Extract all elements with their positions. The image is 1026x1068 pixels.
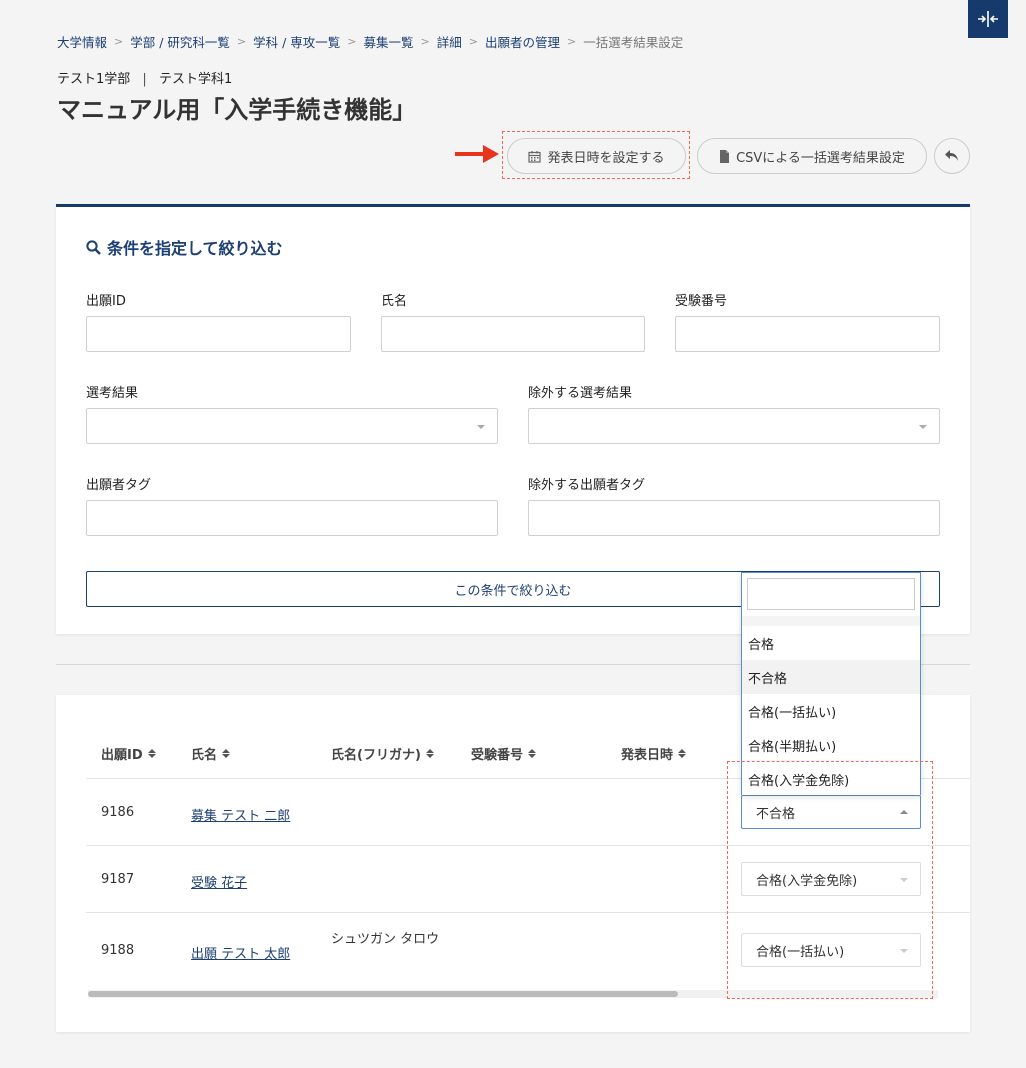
- annotation-highlight-box: [727, 761, 933, 999]
- breadcrumb-item-departments[interactable]: 学科 / 専攻一覧: [253, 32, 340, 51]
- column-header-release-date[interactable]: 発表日時: [621, 744, 687, 763]
- applicant-name-link[interactable]: 出願 テスト 太郎: [191, 943, 290, 962]
- breadcrumb-item-university[interactable]: 大学情報: [57, 32, 107, 51]
- exclude-tag-label: 除外する出願者タグ: [528, 478, 646, 493]
- breadcrumb: 大学情報 > 学部 / 研究科一覧 > 学科 / 専攻一覧 > 募集一覧 > 詳…: [57, 32, 683, 51]
- exam-number-input[interactable]: [675, 316, 940, 352]
- exclude-result-label: 除外する選考結果: [528, 386, 633, 401]
- chevron-down-icon: [919, 425, 927, 429]
- sort-icon: [678, 749, 687, 758]
- applicant-tag-label: 出願者タグ: [86, 478, 152, 493]
- page-title: マニュアル用「入学手続き機能」: [57, 96, 417, 124]
- csv-bulk-result-label: CSVによる一括選考結果設定: [736, 150, 905, 166]
- column-header-name-label: 氏名: [191, 748, 218, 763]
- breadcrumb-item-faculties[interactable]: 学部 / 研究科一覧: [130, 32, 230, 51]
- breadcrumb-separator: >: [567, 35, 577, 48]
- back-button[interactable]: [934, 138, 970, 174]
- sort-icon: [147, 749, 156, 758]
- dropdown-option[interactable]: 合格(一括払い): [742, 694, 920, 728]
- filter-card: 条件を指定して絞り込む 出願ID 氏名 受験番号 選考結果 除外する選考結果 出…: [56, 204, 970, 634]
- name-label: 氏名: [381, 294, 408, 309]
- breadcrumb-item-current: 一括選考結果設定: [583, 35, 684, 50]
- column-header-kana-label: 氏名(フリガナ): [331, 748, 421, 763]
- column-header-id[interactable]: 出願ID: [101, 744, 156, 763]
- application-id-input[interactable]: [86, 316, 351, 352]
- sort-icon: [425, 749, 434, 758]
- exclude-result-select[interactable]: [528, 408, 940, 444]
- department-name: テスト学科1: [158, 72, 233, 87]
- breadcrumb-separator: >: [468, 35, 478, 48]
- application-id-label: 出願ID: [86, 294, 126, 309]
- faculty-name: テスト1学部: [57, 72, 131, 87]
- dropdown-option[interactable]: 不合格: [742, 660, 920, 694]
- breadcrumb-separator: >: [420, 35, 430, 48]
- cell-id: 9188: [101, 943, 135, 958]
- exam-number-label: 受験番号: [675, 294, 728, 309]
- collapse-horizontal-icon: [978, 11, 998, 27]
- breadcrumb-separator: >: [347, 35, 357, 48]
- faculty-department-line: テスト1学部 | テスト学科1: [57, 68, 232, 87]
- breadcrumb-item-detail[interactable]: 詳細: [437, 32, 462, 51]
- dropdown-option[interactable]: 合格: [742, 626, 920, 660]
- cell-id: 9187: [101, 872, 135, 887]
- annotation-arrow-icon: [455, 145, 499, 163]
- dropdown-option[interactable]: 合格(半期払い): [742, 728, 920, 762]
- sort-icon: [528, 749, 537, 758]
- column-header-exam-number-label: 受験番号: [471, 748, 524, 763]
- column-header-id-label: 出願ID: [101, 748, 143, 763]
- breadcrumb-item-recruitments[interactable]: 募集一覧: [364, 32, 414, 51]
- annotation-highlight-box: [502, 131, 690, 179]
- collapse-layout-button[interactable]: [968, 0, 1008, 38]
- dropdown-spacer: [742, 616, 920, 626]
- cell-id: 9186: [101, 805, 135, 820]
- exclude-tag-input[interactable]: [528, 500, 940, 536]
- horizontal-scrollbar-thumb[interactable]: [88, 991, 678, 997]
- applicant-name-link[interactable]: 募集 テスト 二郎: [191, 805, 290, 824]
- chevron-down-icon: [477, 425, 485, 429]
- filter-title-label: 条件を指定して絞り込む: [107, 239, 283, 258]
- column-header-kana[interactable]: 氏名(フリガナ): [331, 744, 434, 763]
- reply-arrow-icon: [945, 150, 958, 161]
- column-header-name[interactable]: 氏名: [191, 744, 231, 763]
- breadcrumb-separator: >: [236, 35, 247, 48]
- dropdown-search-input[interactable]: [747, 578, 915, 610]
- breadcrumb-separator: >: [114, 35, 124, 48]
- faculty-separator: |: [142, 72, 147, 87]
- selection-result-select[interactable]: [86, 408, 498, 444]
- column-header-exam-number[interactable]: 受験番号: [471, 744, 537, 763]
- csv-bulk-result-button[interactable]: CSVによる一括選考結果設定: [697, 138, 927, 174]
- cell-kana: シュツガン タロウ: [331, 932, 440, 947]
- breadcrumb-item-applicants[interactable]: 出願者の管理: [485, 32, 560, 51]
- file-icon: [720, 149, 730, 163]
- apply-filter-label: この条件で絞り込む: [454, 583, 572, 599]
- selection-result-label: 選考結果: [86, 386, 139, 401]
- sort-icon: [222, 749, 231, 758]
- name-input[interactable]: [381, 316, 645, 352]
- search-icon: [86, 239, 101, 255]
- column-header-release-date-label: 発表日時: [621, 748, 674, 763]
- applicant-tag-input[interactable]: [86, 500, 498, 536]
- filter-title: 条件を指定して絞り込む: [86, 235, 283, 259]
- applicant-name-link[interactable]: 受験 花子: [191, 872, 247, 891]
